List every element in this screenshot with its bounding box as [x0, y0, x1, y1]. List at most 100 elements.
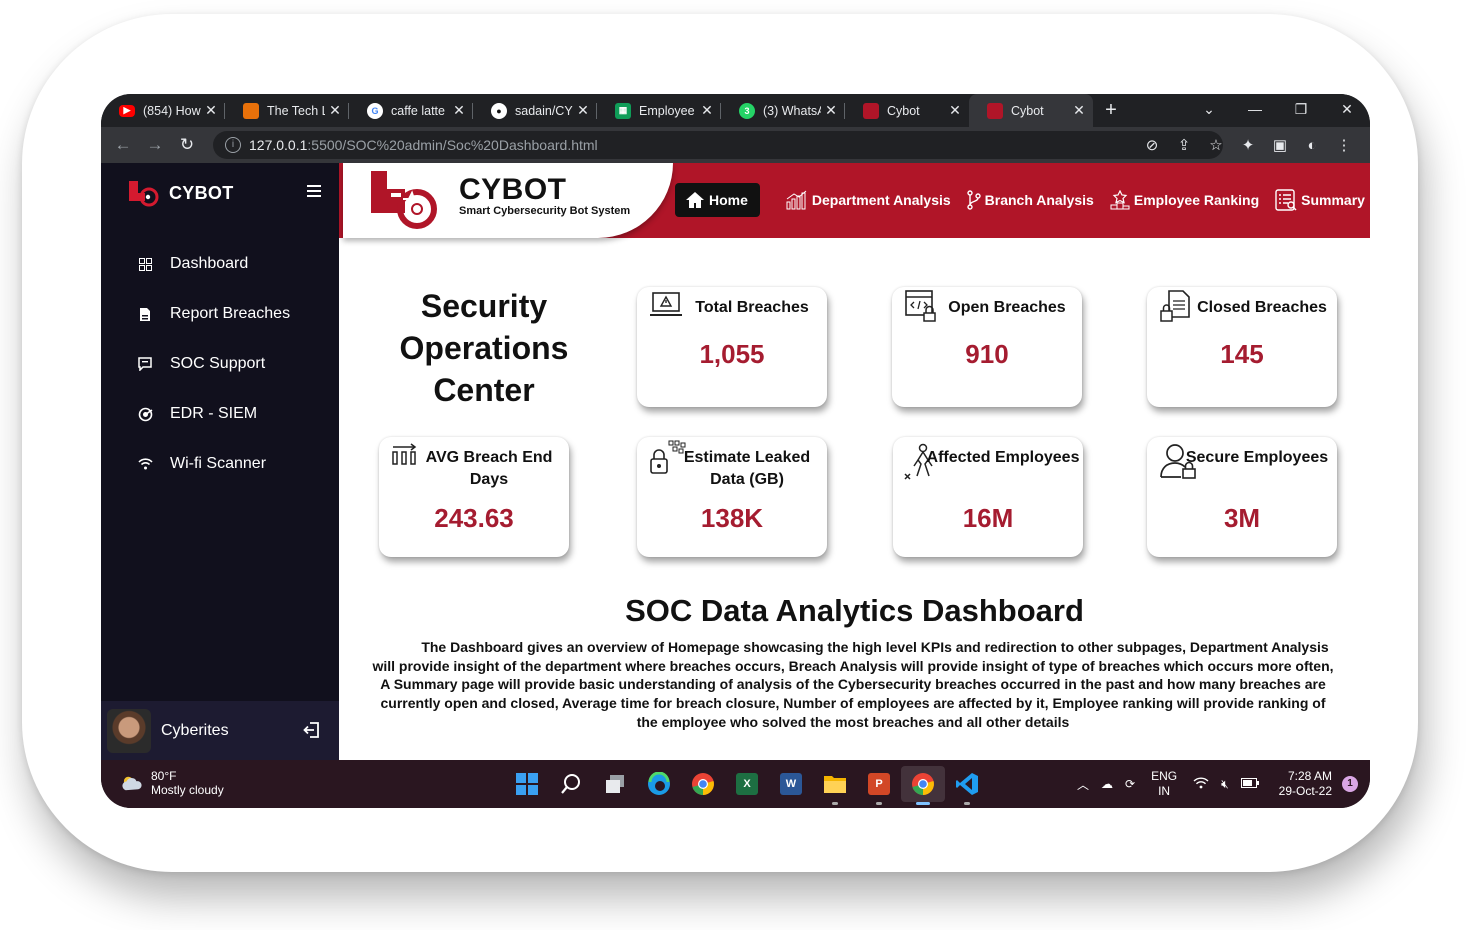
kpi-value: 1,055: [699, 339, 765, 369]
kpi-card-estimate-leaked-data[interactable]: Estimate Leaked Data (GB) 138K: [637, 437, 827, 557]
sidebar-item-wifi-scanner[interactable]: Wi-fi Scanner: [101, 439, 339, 489]
browser-tab[interactable]: ▦ Employee S ✕: [597, 94, 721, 127]
browser-tab[interactable]: Cybot ✕: [845, 94, 969, 127]
kpi-card-closed-breaches[interactable]: Closed Breaches 145: [1147, 287, 1337, 407]
browser-tab[interactable]: ▶ (854) How t ✕: [101, 94, 225, 127]
sidebar-item-edr-siem[interactable]: EDR - SIEM: [101, 389, 339, 439]
onedrive-icon[interactable]: ☁: [1101, 777, 1113, 791]
browser-tab-active[interactable]: Cybot ✕: [969, 94, 1093, 127]
reload-icon[interactable]: ↻: [171, 135, 203, 155]
taskbar-chrome-active[interactable]: [901, 766, 945, 805]
profile-section: Cyberites: [101, 701, 339, 760]
browser-tab[interactable]: ● sadain/CYB ✕: [473, 94, 597, 127]
address-bar[interactable]: i 127.0.0.1:5500/SOC%20admin/Soc%20Dashb…: [213, 131, 1223, 159]
weather-condition: Mostly cloudy: [151, 783, 224, 797]
nav-department-analysis[interactable]: Department Analysis: [786, 190, 951, 210]
header-brand-name: CYBOT: [459, 173, 567, 206]
nav-label: Employee Ranking: [1133, 192, 1260, 208]
cloud-icon: [122, 776, 142, 791]
youtube-icon: ▶: [119, 104, 135, 117]
sidebar-item-report-breaches[interactable]: Report Breaches: [101, 289, 339, 339]
vscode-icon: [956, 773, 978, 795]
tab-search-icon[interactable]: ⌄: [1186, 94, 1232, 124]
tab-title: (3) WhatsA: [763, 103, 821, 118]
language-indicator[interactable]: ENG IN: [1151, 769, 1177, 799]
logout-icon[interactable]: [303, 721, 321, 739]
eye-off-icon[interactable]: ⊘: [1136, 136, 1168, 154]
sidebar-item-label: Wi-fi Scanner: [170, 455, 267, 472]
minimize-icon[interactable]: —: [1232, 94, 1278, 124]
toolbar-icons: ⊘ ⇪ ☆ ✦ ▣ ◐ ⋮: [1136, 127, 1360, 163]
nav-branch-analysis[interactable]: Branch Analysis: [966, 190, 1094, 210]
new-tab-button[interactable]: +: [1093, 99, 1129, 122]
close-tab-icon[interactable]: ✕: [201, 102, 221, 119]
sidebar-item-dashboard[interactable]: Dashboard: [101, 239, 339, 289]
close-window-icon[interactable]: ✕: [1324, 94, 1370, 124]
task-view[interactable]: [593, 766, 637, 802]
browser-tab[interactable]: G caffe latte a ✕: [349, 94, 473, 127]
info-icon[interactable]: i: [225, 137, 241, 153]
close-tab-icon[interactable]: ✕: [449, 102, 469, 119]
close-tab-icon[interactable]: ✕: [697, 102, 717, 119]
close-tab-icon[interactable]: ✕: [1069, 102, 1089, 119]
excel-icon: X: [736, 773, 758, 795]
taskbar-chrome[interactable]: [681, 766, 725, 802]
back-icon[interactable]: ←: [107, 135, 139, 155]
battery-icon[interactable]: [1240, 777, 1259, 791]
window-controls: ⌄ — ❐ ✕: [1186, 94, 1370, 124]
taskbar-search[interactable]: [549, 766, 593, 802]
star-icon[interactable]: ☆: [1200, 136, 1232, 154]
search-icon: [561, 774, 580, 794]
side-panel-icon[interactable]: ▣: [1264, 136, 1296, 154]
forward-icon[interactable]: →: [139, 135, 171, 155]
notification-badge[interactable]: 1: [1342, 776, 1358, 792]
sync-icon[interactable]: ⟳: [1125, 777, 1135, 791]
kpi-label: Total Breaches: [695, 299, 809, 316]
taskbar-powerpoint[interactable]: P: [857, 766, 901, 805]
nav-home-button[interactable]: Home: [675, 183, 760, 217]
chrome-icon: [692, 773, 714, 795]
taskbar-excel[interactable]: X: [725, 766, 769, 802]
clock[interactable]: 7:28 AM 29-Oct-22: [1279, 769, 1332, 799]
radar-icon: [137, 406, 153, 422]
running-indicator: [916, 802, 930, 805]
browser-tab[interactable]: The Tech La ✕: [225, 94, 349, 127]
chevron-up-icon[interactable]: ︿: [1077, 776, 1089, 793]
close-tab-icon[interactable]: ✕: [573, 102, 593, 119]
close-tab-icon[interactable]: ✕: [945, 102, 965, 119]
menu-icon[interactable]: ⋮: [1328, 136, 1360, 154]
tab-title: Cybot: [1011, 103, 1044, 118]
profile-avatar-icon[interactable]: ◐: [1296, 137, 1328, 154]
share-icon[interactable]: ⇪: [1168, 136, 1200, 154]
kpi-card-secure-employees[interactable]: Secure Employees 3M: [1147, 437, 1337, 557]
sidebar-item-soc-support[interactable]: SOC Support: [101, 339, 339, 389]
volume-muted-icon[interactable]: 🔇︎: [1221, 777, 1229, 792]
taskbar-edge[interactable]: [637, 766, 681, 802]
weather-widget[interactable]: 80°F Mostly cloudy: [119, 769, 224, 797]
dashboard-description: The Dashboard gives an overview of Homep…: [372, 639, 1334, 730]
kpi-card-total-breaches[interactable]: Total Breaches 1,055: [637, 287, 827, 407]
start-button[interactable]: [505, 766, 549, 802]
nav-employee-ranking[interactable]: Employee Ranking: [1110, 190, 1259, 210]
close-tab-icon[interactable]: ✕: [325, 102, 345, 119]
taskbar-word[interactable]: W: [769, 766, 813, 802]
nav-summary[interactable]: Summary: [1275, 189, 1365, 211]
kpi-card-open-breaches[interactable]: Open Breaches 910: [892, 287, 1082, 407]
kpi-card-avg-breach-end-days[interactable]: AVG Breach End Days 243.63: [379, 437, 569, 557]
sidebar-brand[interactable]: CYBOT: [127, 179, 234, 207]
close-tab-icon[interactable]: ✕: [821, 102, 841, 119]
header-logo-card[interactable]: CYBOT Smart Cybersecurity Bot System: [343, 163, 673, 238]
extensions-icon[interactable]: ✦: [1232, 136, 1264, 154]
kpi-card-affected-employees[interactable]: Affected Employees 16M: [893, 437, 1083, 557]
clock-date: 29-Oct-22: [1278, 784, 1332, 798]
kpi-label: Open Breaches: [948, 299, 1066, 316]
wifi-icon[interactable]: [1193, 776, 1209, 792]
menu-toggle-icon[interactable]: [307, 185, 321, 200]
browser-tab[interactable]: 3 (3) WhatsA ✕: [721, 94, 845, 127]
taskbar-file-explorer[interactable]: [813, 766, 857, 805]
kpi-label: Affected Employees: [926, 449, 1080, 466]
maximize-icon[interactable]: ❐: [1278, 94, 1324, 124]
kpi-value: 3M: [1223, 503, 1261, 533]
taskbar-vscode[interactable]: [945, 766, 989, 805]
sidebar-item-label: Dashboard: [170, 255, 249, 272]
